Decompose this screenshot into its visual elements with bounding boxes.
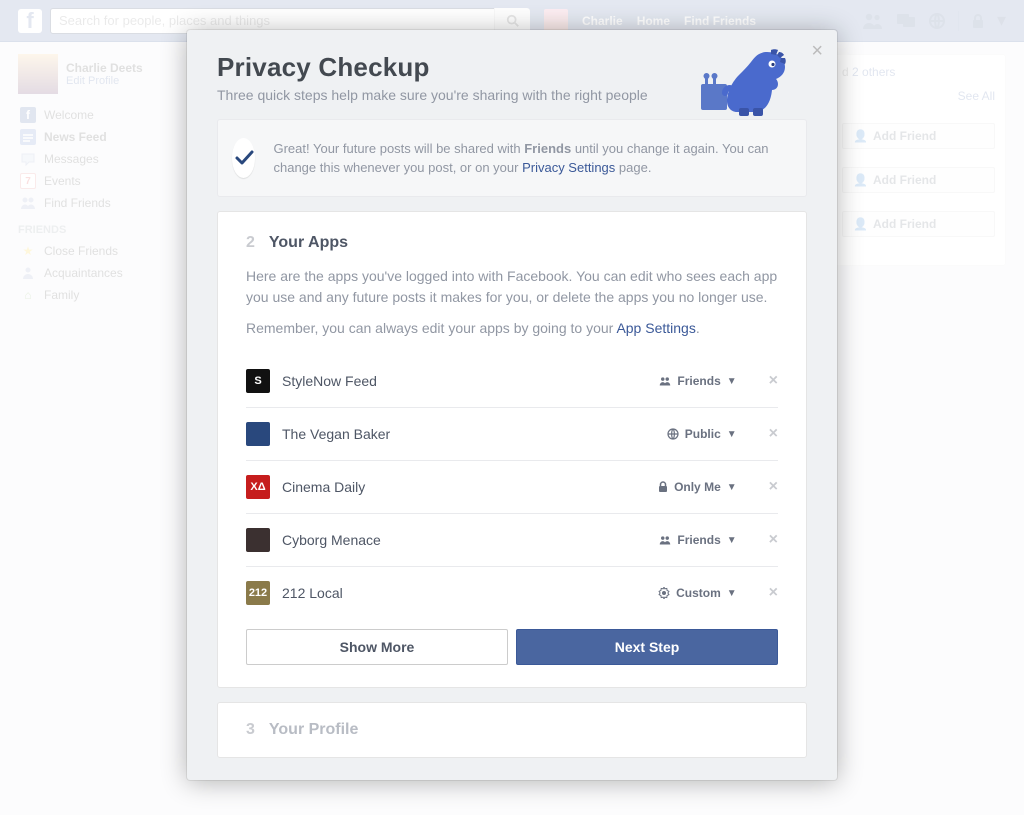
step1-complete-banner: Great! Your future posts will be shared … [217,119,807,197]
app-icon [246,528,270,552]
app-row: The Vegan Baker Public ▼ × [246,408,778,461]
caret-down-icon: ▼ [727,535,737,546]
delete-app-button[interactable]: × [769,531,778,549]
show-more-button[interactable]: Show More [246,629,508,665]
privacy-selector[interactable]: Custom ▼ [658,586,737,600]
caret-down-icon: ▼ [727,588,737,599]
step2-card: 2 Your Apps Here are the apps you've log… [217,211,807,688]
privacy-label: Friends [677,374,720,388]
caret-down-icon: ▼ [727,482,737,493]
app-settings-link[interactable]: App Settings [616,320,695,336]
app-name: 212 Local [282,585,646,601]
app-icon: 212 [246,581,270,605]
privacy-label: Only Me [674,480,721,494]
app-list: S StyleNow Feed Friends ▼ × The Vegan Baker Pu… [246,355,778,619]
modal-overlay: × Privacy Checkup Three quick steps help… [0,0,1024,815]
delete-app-button[interactable]: × [769,372,778,390]
step-description-secondary: Remember, you can always edit your apps … [246,318,778,339]
app-name: StyleNow Feed [282,373,647,389]
modal-header: Privacy Checkup Three quick steps help m… [187,30,837,119]
app-name: Cyborg Menace [282,532,647,548]
privacy-selector[interactable]: Friends ▼ [659,533,736,547]
step-description: Here are the apps you've logged into wit… [246,266,778,308]
delete-app-button[interactable]: × [769,425,778,443]
privacy-selector[interactable]: Only Me ▼ [658,480,737,494]
privacy-selector[interactable]: Friends ▼ [659,374,736,388]
caret-down-icon: ▼ [727,429,737,440]
privacy-settings-link[interactable]: Privacy Settings [522,160,615,175]
app-name: The Vegan Baker [282,426,655,442]
checkmark-icon [232,138,255,178]
app-row: Cyborg Menace Friends ▼ × [246,514,778,567]
app-icon: XΔ [246,475,270,499]
friends-icon [659,534,671,546]
caret-down-icon: ▼ [727,376,737,387]
delete-app-button[interactable]: × [769,584,778,602]
privacy-selector[interactable]: Public ▼ [667,427,737,441]
privacy-checkup-modal: × Privacy Checkup Three quick steps help… [187,30,837,780]
app-row: XΔ Cinema Daily Only Me ▼ × [246,461,778,514]
gear-icon [658,587,670,599]
step-number: 3 [246,721,255,739]
app-row: 212 212 Local Custom ▼ × [246,567,778,619]
app-name: Cinema Daily [282,479,646,495]
banner-text: Great! Your future posts will be shared … [273,139,788,178]
globe-icon [667,428,679,440]
step-number: 2 [246,234,255,252]
app-icon [246,422,270,446]
app-row: S StyleNow Feed Friends ▼ × [246,355,778,408]
next-step-button[interactable]: Next Step [516,629,778,665]
lock-icon [658,481,668,493]
delete-app-button[interactable]: × [769,478,778,496]
privacy-label: Public [685,427,721,441]
privacy-label: Friends [677,533,720,547]
privacy-label: Custom [676,586,721,600]
dino-mascot-icon [697,40,807,118]
step3-card: 3 Your Profile [217,702,807,758]
friends-icon [659,375,671,387]
step-title: Your Apps [269,234,348,252]
app-icon: S [246,369,270,393]
step-title: Your Profile [269,721,359,739]
